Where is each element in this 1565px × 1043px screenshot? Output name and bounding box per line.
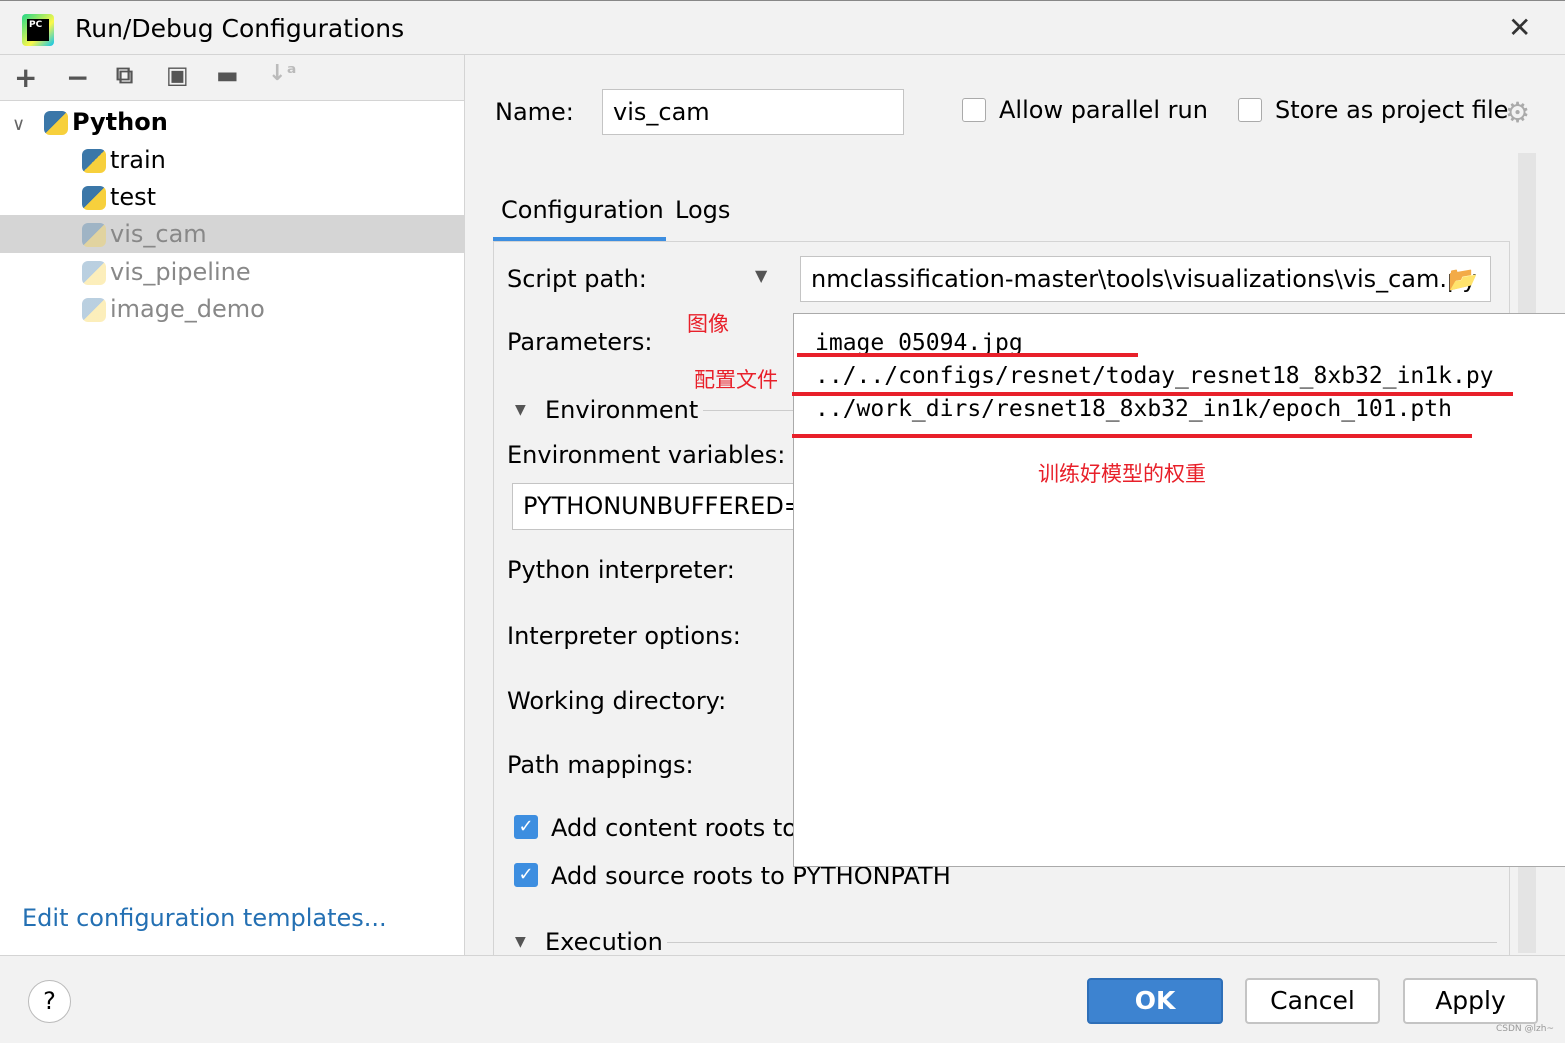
tree-item-vis-cam[interactable]: vis_cam [0, 215, 465, 253]
pycharm-logo-icon: PC [22, 14, 54, 46]
tab-configuration[interactable]: Configuration [501, 196, 664, 224]
annotation-config: 配置文件 [694, 368, 778, 392]
copy-icon[interactable]: ⧉ [116, 61, 133, 89]
dropdown-arrow-icon[interactable]: ▼ [755, 266, 767, 285]
tree-root-python[interactable]: ∨ Python [0, 103, 465, 141]
parameters-editor[interactable]: image_05094.jpg ../../configs/resnet/tod… [793, 313, 1565, 867]
gear-icon[interactable]: ⚙ [1505, 96, 1530, 129]
ok-button[interactable]: OK [1087, 978, 1223, 1024]
annotation-underline [797, 353, 1138, 357]
execution-section[interactable]: Execution [545, 928, 663, 956]
annotation-underline [792, 434, 1472, 438]
save-icon[interactable]: ▣ [166, 61, 189, 89]
dialog-footer: ? OK Cancel Apply CSDN @lzh~ [0, 955, 1565, 1043]
script-path-input[interactable]: nmclassification-master\tools\visualizat… [800, 256, 1491, 302]
collapse-icon[interactable]: ▼ [515, 934, 526, 950]
edit-templates-link[interactable]: Edit configuration templates... [22, 904, 387, 932]
new-folder-icon[interactable]: ▬ [216, 61, 239, 89]
watermark: CSDN @lzh~ [1496, 1024, 1554, 1034]
store-project-checkbox[interactable] [1238, 98, 1262, 122]
python-icon [82, 223, 106, 247]
python-icon [82, 186, 106, 210]
interp-options-label: Interpreter options: [507, 622, 741, 650]
annotation-underline [792, 392, 1513, 396]
apply-button[interactable]: Apply [1403, 978, 1538, 1024]
config-toolbar: + − ⧉ ▣ ▬ ↓ᵃ [0, 55, 465, 101]
python-icon [44, 111, 68, 135]
folder-icon[interactable]: 📂 [1448, 257, 1478, 301]
sort-alpha-icon[interactable]: ↓ᵃ [268, 61, 297, 86]
collapse-icon[interactable]: ▼ [515, 402, 526, 418]
minus-icon[interactable]: − [66, 61, 89, 94]
divider [667, 942, 1497, 943]
parameters-label: Parameters: [507, 328, 653, 356]
name-input[interactable]: vis_cam [602, 89, 904, 135]
help-button[interactable]: ? [28, 980, 71, 1023]
tab-logs[interactable]: Logs [675, 196, 730, 224]
script-path-label: Script path: [507, 265, 647, 293]
environment-section[interactable]: Environment [545, 396, 698, 424]
env-vars-input[interactable]: PYTHONUNBUFFERED= [512, 483, 802, 530]
param-line: ../../configs/resnet/today_resnet18_8xb3… [815, 363, 1494, 389]
close-icon[interactable]: ✕ [1508, 11, 1531, 44]
path-mappings-label: Path mappings: [507, 751, 694, 779]
tree-item-train[interactable]: train [0, 141, 465, 179]
annotation-image: 图像 [687, 312, 729, 336]
plus-icon[interactable]: + [14, 61, 37, 94]
tree-item-vis-pipeline[interactable]: vis_pipeline [0, 253, 465, 291]
cancel-button[interactable]: Cancel [1245, 978, 1380, 1024]
python-icon [82, 149, 106, 173]
title-bar: PC Run/Debug Configurations ✕ [0, 0, 1565, 55]
allow-parallel-label: Allow parallel run [999, 96, 1208, 124]
content-roots-label: Add content roots to [551, 814, 797, 842]
python-icon [82, 298, 106, 322]
working-dir-label: Working directory: [507, 687, 727, 715]
interpreter-label: Python interpreter: [507, 556, 735, 584]
allow-parallel-checkbox[interactable] [962, 98, 986, 122]
content-roots-checkbox[interactable]: ✓ [514, 815, 538, 839]
env-vars-label: Environment variables: [507, 441, 786, 469]
store-project-label: Store as project file [1275, 96, 1509, 124]
tree-item-image-demo[interactable]: image_demo [0, 290, 465, 328]
window-title: Run/Debug Configurations [75, 14, 405, 43]
param-line: ../work_dirs/resnet18_8xb32_in1k/epoch_1… [815, 396, 1452, 422]
config-tree: ∨ Python train test vis_cam vis_pipeline … [0, 101, 465, 955]
source-roots-checkbox[interactable]: ✓ [514, 863, 538, 887]
tree-item-test[interactable]: test [0, 178, 465, 216]
name-label: Name: [495, 98, 574, 126]
annotation-weights: 训练好模型的权重 [1038, 462, 1206, 486]
divider [703, 410, 793, 411]
chevron-down-icon[interactable]: ∨ [0, 106, 44, 144]
python-icon [82, 261, 106, 285]
